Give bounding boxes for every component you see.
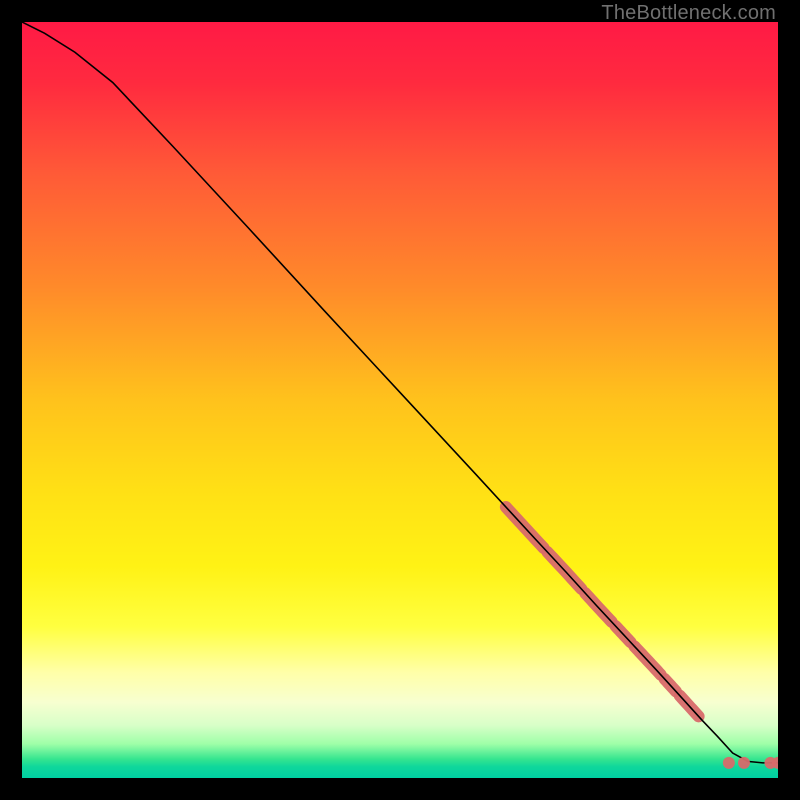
bottleneck-chart (22, 22, 778, 778)
watermark-text: TheBottleneck.com (601, 2, 776, 25)
gradient-background (22, 22, 778, 778)
chart-frame (22, 22, 778, 778)
